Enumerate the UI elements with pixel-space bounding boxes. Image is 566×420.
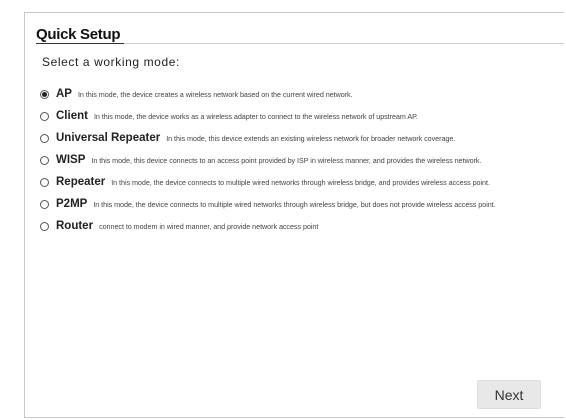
mode-description: In this mode, the device works as a wire… [93,111,418,121]
radio-button-repeater[interactable] [40,177,49,187]
radio-button-router[interactable] [40,221,49,231]
quick-setup-panel: Quick Setup Select a working mode: AP In… [24,12,564,418]
mode-description: connect to modem in wired manner, and pr… [99,221,319,231]
mode-description: In this mode, this device extends an exi… [166,133,456,143]
mode-description: In this mode, this device connects to an… [91,155,482,165]
mode-option-p2mp[interactable]: P2MP In this mode, the device connects t… [40,193,566,215]
mode-name: Universal Repeater [56,132,161,144]
mode-name: Client [56,110,88,122]
mode-description: In this mode, the device connects to mul… [93,199,496,209]
mode-option-repeater[interactable]: Repeater In this mode, the device connec… [40,171,566,193]
mode-name: P2MP [56,198,88,210]
mode-name: Repeater [56,176,106,188]
title-divider [36,43,564,44]
working-mode-list: AP In this mode, the device creates a wi… [40,83,566,237]
radio-button-client[interactable] [40,111,49,121]
mode-name: Router [56,220,94,232]
radio-button-wisp[interactable] [40,155,49,165]
mode-option-wisp[interactable]: WISP In this mode, this device connects … [40,149,566,171]
mode-name: WISP [56,154,86,166]
radio-button-p2mp[interactable] [40,199,49,209]
working-mode-prompt: Select a working mode: [42,55,180,69]
mode-option-client[interactable]: Client In this mode, the device works as… [40,105,566,127]
panel-title: Quick Setup [36,26,121,43]
radio-button-ap[interactable] [40,89,49,99]
mode-description: In this mode, the device connects to mul… [111,177,490,187]
mode-option-ap[interactable]: AP In this mode, the device creates a wi… [40,83,566,105]
mode-option-universal-repeater[interactable]: Universal Repeater In this mode, this de… [40,127,566,149]
radio-button-universal-repeater[interactable] [40,133,49,143]
mode-name: AP [56,88,72,100]
mode-description: In this mode, the device creates a wirel… [77,89,353,99]
mode-option-router[interactable]: Router connect to modem in wired manner,… [40,215,566,237]
next-button[interactable]: Next [477,380,541,409]
